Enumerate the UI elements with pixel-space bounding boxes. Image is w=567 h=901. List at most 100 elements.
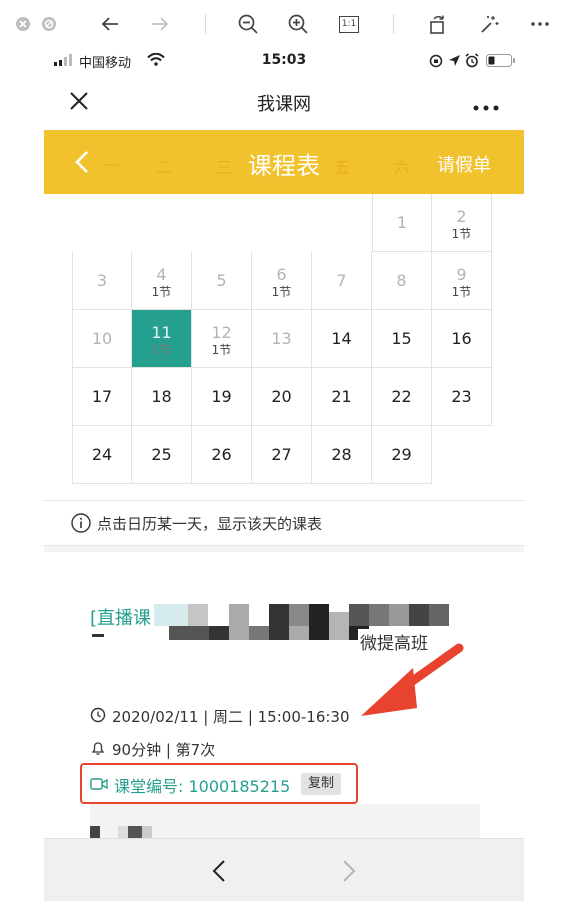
calendar-day-number: 8	[396, 271, 407, 290]
calendar-day-number: 12	[211, 323, 232, 342]
calendar-day[interactable]: 9 1节	[432, 252, 492, 310]
calendar-day-number: 2	[456, 207, 467, 226]
calendar-day[interactable]: 12 1节	[192, 310, 252, 368]
calendar-day[interactable]: 10	[72, 310, 132, 368]
calendar-day-number: 14	[331, 329, 352, 348]
calendar-day-number: 22	[391, 387, 412, 406]
video-camera-icon	[90, 776, 108, 795]
calendar-day-number: 25	[151, 445, 172, 464]
calendar-day-number: 3	[96, 271, 108, 290]
calendar-day[interactable]: 2 1节	[432, 194, 492, 252]
location-icon	[448, 54, 461, 71]
toolbar-divider	[393, 14, 394, 34]
calendar-day[interactable]: 27	[252, 426, 312, 484]
calendar-day-number: 7	[336, 271, 347, 290]
info-icon	[71, 513, 91, 537]
calendar-day[interactable]: 15	[372, 310, 432, 368]
calendar-day-number: 6	[276, 265, 287, 284]
calendar-day-number: 16	[451, 329, 472, 348]
magic-wand-icon[interactable]	[477, 12, 501, 36]
red-arrow-annotation	[357, 642, 467, 726]
calendar-day-number: 11	[151, 323, 172, 342]
calendar-grid: 1 2 1节 3 4 1节 5 6 1节 7 8 9 1节 10 11 1节 12 1节 13 14 15 16 17 18 1…	[44, 194, 524, 544]
calendar-day[interactable]: 29	[372, 426, 432, 484]
alarm-icon	[465, 53, 479, 72]
orientation-lock-icon	[429, 54, 443, 72]
calendar-day[interactable]: 26	[192, 426, 252, 484]
zoom-in-icon[interactable]	[286, 12, 310, 36]
calendar-day[interactable]: 13	[252, 310, 312, 368]
hint-text: 点击日历某一天，显示该天的课表	[97, 515, 323, 533]
calendar-day-number: 10	[91, 329, 113, 348]
calendar-day-number: 29	[391, 445, 412, 464]
calendar-day-number: 28	[331, 445, 352, 464]
calendar-day[interactable]: 20	[252, 368, 312, 426]
forward-nav-icon[interactable]	[342, 859, 356, 887]
calendar-day-number: 19	[211, 387, 232, 406]
calendar-day-number: 21	[331, 387, 352, 406]
block-dot-icon[interactable]	[40, 12, 58, 36]
calendar-lesson-count: 1节	[271, 285, 292, 299]
more-options-icon[interactable]	[472, 97, 500, 116]
calendar-day-number: 27	[271, 445, 292, 464]
calendar-day[interactable]: 3	[72, 252, 132, 310]
calendar-day[interactable]: 14	[312, 310, 372, 368]
calendar-day[interactable]: 25	[132, 426, 192, 484]
calendar-day[interactable]: 21	[312, 368, 372, 426]
calendar-lesson-count: 1节	[211, 343, 232, 357]
close-dot-icon[interactable]	[14, 12, 32, 36]
forward-arrow-icon[interactable]	[148, 12, 172, 36]
calendar-lesson-count: 1节	[151, 343, 172, 357]
calendar-day[interactable]: 28	[312, 426, 372, 484]
leave-request-link[interactable]: 请假单	[437, 151, 491, 177]
calendar-lesson-count: 1节	[451, 285, 472, 299]
calendar-day[interactable]: 17	[72, 368, 132, 426]
course-tag: [直播课	[90, 608, 152, 629]
calendar-day-number: 17	[91, 387, 113, 406]
viewer-toolbar: 1:1	[0, 0, 567, 48]
calendar-day-number: 24	[91, 445, 113, 464]
calendar-day[interactable]: 19	[192, 368, 252, 426]
browser-bottom-bar	[44, 838, 524, 901]
back-arrow-icon[interactable]	[98, 12, 122, 36]
calendar-day-number: 13	[271, 329, 292, 348]
status-bar: 中国移动 15:03	[44, 48, 524, 74]
calendar-day[interactable]: 4 1节	[132, 252, 192, 310]
zoom-out-icon[interactable]	[236, 12, 260, 36]
calendar-day[interactable]: 8	[372, 252, 432, 310]
course-datetime: 2020/02/11 | 周二 | 15:00-16:30	[112, 708, 350, 726]
calendar-lesson-count: 1节	[151, 285, 172, 299]
copy-button[interactable]: 复制	[301, 773, 341, 795]
more-icon[interactable]	[528, 12, 552, 36]
calendar-day-number: 1	[396, 213, 408, 232]
calendar-day-number: 5	[216, 271, 227, 290]
calendar-day[interactable]: 22	[372, 368, 432, 426]
calendar-day-number: 18	[151, 387, 172, 406]
calendar-day-number: 4	[156, 265, 167, 284]
bell-icon	[90, 740, 106, 760]
phone-screen: 中国移动 15:03 我课网 一 二 三 五 六 课程表 请假单 1 2 1节 …	[44, 48, 524, 901]
calendar-day[interactable]: 24	[72, 426, 132, 484]
back-nav-icon[interactable]	[212, 859, 226, 887]
classroom-id: 课堂编号: 1000185215	[114, 777, 291, 796]
rotate-icon[interactable]	[425, 12, 449, 36]
battery-icon	[486, 54, 516, 71]
calendar-day-number: 23	[451, 387, 472, 406]
calendar-day-number: 26	[211, 445, 232, 464]
page-title: 我课网	[257, 94, 311, 115]
calendar-lesson-count: 1节	[451, 227, 472, 241]
calendar-day[interactable]: 5	[192, 252, 252, 310]
calendar-day[interactable]: 18	[132, 368, 192, 426]
actual-size-icon[interactable]: 1:1	[337, 12, 361, 36]
clock-icon	[90, 707, 106, 727]
app-nav-bar: 我课网	[44, 74, 524, 130]
calendar-day[interactable]: 6 1节	[252, 252, 312, 310]
calendar-day-selected[interactable]: 11 1节	[132, 310, 192, 368]
calendar-day[interactable]: 23	[432, 368, 492, 426]
calendar-day[interactable]: 16	[432, 310, 492, 368]
toolbar-divider	[205, 14, 206, 34]
calendar-day-number: 9	[456, 265, 467, 284]
calendar-day[interactable]: 7	[312, 252, 372, 310]
calendar-day[interactable]: 1	[372, 194, 432, 252]
calendar-day-number: 15	[391, 329, 412, 348]
